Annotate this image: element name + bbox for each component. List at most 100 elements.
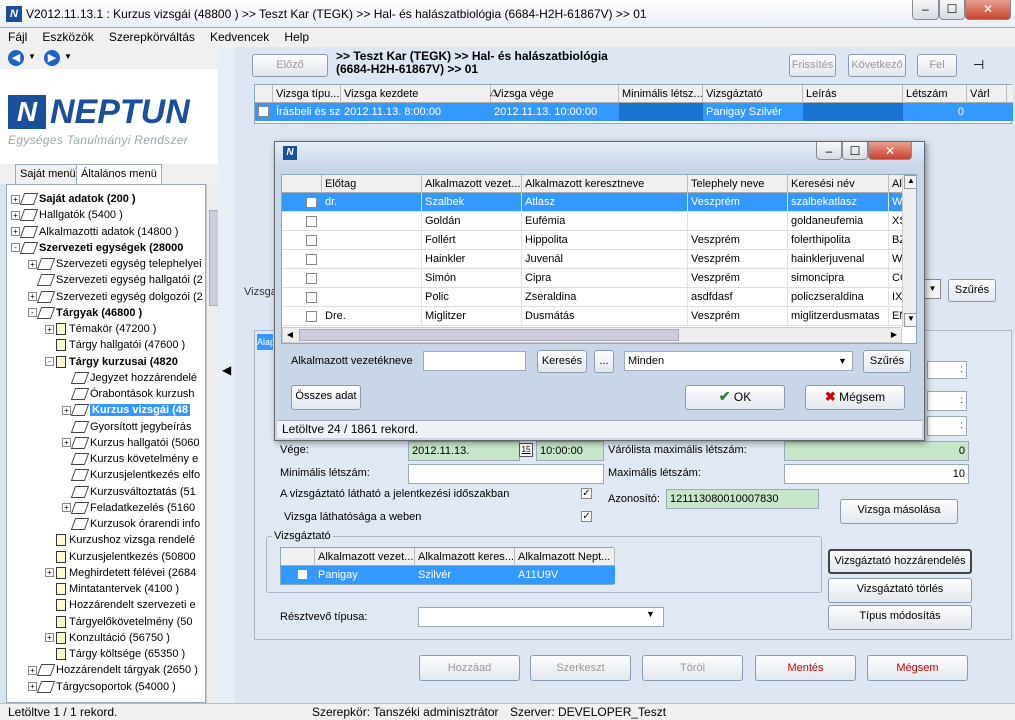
- hidden-field-3[interactable]: :: [927, 416, 967, 436]
- expand-icon[interactable]: +: [45, 324, 54, 334]
- copy-exam-button[interactable]: Vizsga másolása: [840, 499, 958, 524]
- dialog-filter-button[interactable]: Szűrés: [863, 350, 911, 373]
- tab-basic[interactable]: Alap: [257, 334, 275, 350]
- collapse-arrow-icon[interactable]: ◀: [222, 363, 231, 377]
- table-row[interactable]: Dre. Miglitzer Dusmátás Veszprém miglitzerdu…: [282, 307, 907, 326]
- tree-item[interactable]: + Tárgycsoportok (54000 ): [28, 679, 176, 695]
- table-row[interactable]: dr. Szalbek Atlasz Veszprém szalbekatlasz W: [282, 193, 902, 212]
- close-button[interactable]: ✕: [965, 0, 1011, 20]
- back-dropdown-icon[interactable]: ▼: [28, 52, 36, 61]
- hidden-field-2[interactable]: :: [927, 391, 967, 411]
- tree-item[interactable]: + Szervezeti egység dolgozói (2: [28, 289, 203, 305]
- employee-col-header[interactable]: Előtag: [322, 175, 422, 193]
- tree-item[interactable]: Tárgy költsége (65350 ): [45, 646, 185, 662]
- filter-dropdown-icon[interactable]: ▼: [924, 279, 941, 299]
- collapse-icon[interactable]: -: [11, 243, 20, 253]
- tree-item[interactable]: + Szervezeti egység telephelyei: [28, 256, 202, 272]
- edit-button[interactable]: Szerkeszt: [530, 655, 631, 681]
- save-button[interactable]: Mentés: [755, 655, 856, 681]
- lastname-search-input[interactable]: [423, 351, 526, 371]
- exam-col-header[interactable]: Létszám: [903, 85, 967, 103]
- employee-grid-hscroll[interactable]: ◀ ▶: [282, 327, 902, 343]
- expand-icon[interactable]: +: [28, 682, 37, 692]
- expand-icon[interactable]: +: [45, 568, 54, 578]
- search-button[interactable]: Keresés: [537, 350, 587, 373]
- menu-role-switch[interactable]: Szerepkörváltás: [109, 30, 195, 44]
- sort-asc-icon[interactable]: △: [490, 87, 497, 98]
- collapse-icon[interactable]: -: [45, 357, 54, 367]
- ok-button[interactable]: ✔ OK: [685, 385, 785, 410]
- row-checkbox[interactable]: [297, 569, 308, 580]
- tree-item[interactable]: + Saját adatok (200 ): [11, 191, 136, 207]
- all-data-button[interactable]: Összes adat: [291, 385, 361, 410]
- collapse-icon[interactable]: -: [28, 308, 37, 318]
- tree-item[interactable]: + Kurzus hallgatói (5060: [62, 435, 199, 451]
- scroll-left-icon[interactable]: ◀: [283, 328, 297, 342]
- tree-item[interactable]: Órabontások kurzush: [62, 386, 195, 402]
- minimize-button[interactable]: –: [912, 0, 939, 20]
- max-field[interactable]: 10: [784, 464, 969, 484]
- tab-general-menu[interactable]: Általános menü: [76, 164, 162, 184]
- calendar-icon[interactable]: 15: [519, 443, 533, 457]
- menu-help[interactable]: Help: [284, 30, 309, 44]
- cancel-button[interactable]: Mégsem: [867, 655, 968, 681]
- tree-item[interactable]: Hozzárendelt szervezeti e: [45, 597, 196, 613]
- examiner-col-neptun[interactable]: Alkalmazott Nept...: [515, 548, 615, 566]
- tree-item[interactable]: + Feladatkezelés (5160: [62, 500, 195, 516]
- forward-dropdown-icon[interactable]: ▼: [64, 52, 72, 61]
- end-date-field[interactable]: 2012.11.13.: [408, 441, 520, 461]
- tree-item[interactable]: - Tárgy kurzusai (4820: [45, 354, 178, 370]
- tree-item[interactable]: Kurzusjelentkezés (50800: [45, 549, 196, 565]
- expand-icon[interactable]: +: [62, 503, 71, 513]
- expand-icon[interactable]: +: [28, 259, 37, 269]
- end-time-field[interactable]: 10:00:00: [536, 441, 604, 461]
- assign-examiner-button[interactable]: Vizsgáztató hozzárendelés: [828, 549, 972, 574]
- employee-col-header[interactable]: Alkalmazott vezet...: [422, 175, 522, 193]
- tree-item[interactable]: + Meghirdetett félévei (2684: [45, 565, 196, 581]
- tree-item[interactable]: + Kurzus vizsgái (48: [62, 402, 190, 418]
- filter-select[interactable]: Minden: [624, 351, 853, 371]
- tab-own-menu[interactable]: Saját menü: [15, 164, 81, 184]
- row-checkbox[interactable]: [306, 273, 317, 284]
- tree-item[interactable]: - Szervezeti egységek (28000: [11, 240, 183, 256]
- tree-item[interactable]: Jegyzet hozzárendelé: [62, 370, 197, 386]
- expand-icon[interactable]: +: [11, 210, 20, 220]
- exam-col-header[interactable]: Várl: [967, 85, 1007, 103]
- table-row[interactable]: Goldán Eufémia goldaneufemia XS: [282, 212, 907, 231]
- menu-file[interactable]: Fájl: [8, 30, 27, 44]
- tree-item[interactable]: Mintatantervek (4100 ): [45, 581, 179, 597]
- table-row[interactable]: Follért Hippolita Veszprém folerthipolita BZ: [282, 231, 906, 250]
- tree-item[interactable]: + Konzultáció (56750 ): [45, 630, 170, 646]
- expand-icon[interactable]: +: [62, 405, 71, 415]
- employee-col-header[interactable]: Telephely neve: [688, 175, 788, 193]
- delete-button[interactable]: Töröl: [642, 655, 743, 681]
- tree-item[interactable]: + Hozzárendelt tárgyak (2650 ): [28, 662, 198, 678]
- up-button[interactable]: Fel: [917, 54, 957, 77]
- dialog-close-button[interactable]: ✕: [868, 142, 912, 160]
- scroll-up-icon[interactable]: ▲: [904, 175, 916, 189]
- examiner-col-firstname[interactable]: Alkalmazott keres...: [415, 548, 515, 566]
- employee-grid-vscroll[interactable]: ▲ ▼: [902, 175, 916, 327]
- expand-icon[interactable]: +: [45, 633, 54, 643]
- dialog-minimize-button[interactable]: –: [816, 142, 842, 160]
- panel-splitter[interactable]: ◀: [218, 47, 235, 703]
- menu-tools[interactable]: Eszközök: [42, 30, 93, 44]
- tree-item[interactable]: Tárgyelőkövetelmény (50: [45, 614, 193, 630]
- tree-item[interactable]: Kurzusok órarendi info: [62, 516, 200, 532]
- expand-icon[interactable]: +: [28, 292, 37, 302]
- maximize-button[interactable]: ☐: [939, 0, 965, 20]
- exam-col-header[interactable]: Minimális létsz...: [619, 85, 703, 103]
- tree-item[interactable]: + Alkalmazotti adatok (14800 ): [11, 224, 178, 240]
- id-field[interactable]: 121113080010007830: [666, 489, 819, 509]
- exam-col-header[interactable]: Leírás: [803, 85, 903, 103]
- previous-button[interactable]: Előző: [252, 54, 328, 77]
- exam-col-header[interactable]: Vizsga típu...: [273, 85, 341, 103]
- table-row[interactable]: Panigay Szilvér A11U9V: [281, 566, 615, 584]
- tree-item[interactable]: + Hallgatók (5400 ): [11, 207, 123, 223]
- filter-select-dropdown-icon[interactable]: ▼: [838, 356, 847, 366]
- table-row[interactable]: Hainkler Juvenál Veszprém hainklerjuvenal W: [282, 250, 902, 269]
- tree-item[interactable]: Kurzushoz vizsga rendelé: [45, 532, 195, 548]
- expand-icon[interactable]: +: [11, 194, 20, 204]
- scroll-right-icon[interactable]: ▶: [887, 328, 901, 342]
- expand-icon[interactable]: +: [28, 665, 37, 675]
